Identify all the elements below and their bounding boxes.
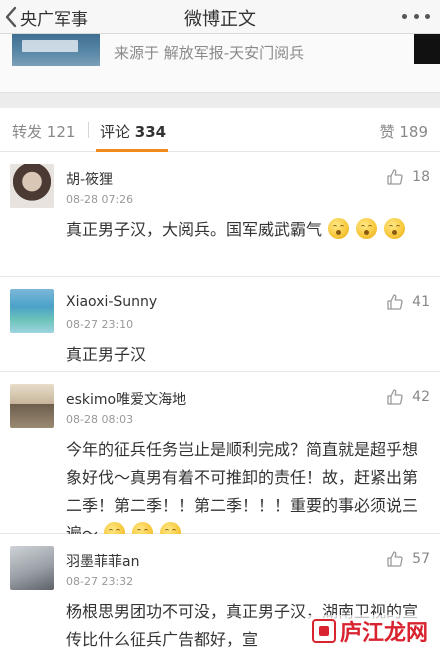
comment-text-content: 真正男子汉，大阅兵。国军威武霸气: [66, 220, 323, 239]
more-options-button[interactable]: [402, 6, 430, 26]
comment-like-button[interactable]: 41: [386, 293, 430, 311]
comment-like-count: 18: [412, 169, 430, 185]
tab-divider: [88, 122, 89, 138]
section-gap: [0, 92, 440, 108]
tab-repost[interactable]: 转发 121: [12, 121, 75, 142]
more-dot-icon: [413, 13, 419, 19]
comment-text: 今年的征兵任务岂止是顺利完成？简直就是超乎想象好伐～真男有着不可推卸的责任！故，…: [66, 436, 420, 548]
top-nav-bar: 央广军事 微博正文: [0, 0, 440, 34]
more-dot-icon: [425, 13, 430, 19]
thumbs-up-icon: [387, 389, 403, 405]
avatar[interactable]: [10, 546, 54, 590]
comment-list: 胡-筱狸 08-28 07:26 18 真正男子汉，大阅兵。国军威武霸气 Xia…: [0, 152, 440, 663]
comment-time: 08-28 07:26: [66, 193, 134, 206]
tab-comment[interactable]: 评论 334: [100, 121, 166, 142]
comment-text: 真正男子汉，大阅兵。国军威武霸气: [66, 216, 420, 244]
comment-author[interactable]: eskimo唯爱文海地: [66, 389, 186, 409]
comment-like-button[interactable]: 42: [386, 388, 430, 406]
source-image-edge: [414, 34, 440, 64]
source-text: 来源于 解放军报-天安门阅兵: [114, 44, 305, 62]
more-dot-icon: [402, 13, 407, 19]
comment-text: 真正男子汉: [66, 341, 420, 369]
comment-author[interactable]: 羽墨菲菲an: [66, 551, 139, 571]
thumbs-up-icon: [387, 551, 403, 567]
tab-like[interactable]: 赞 189: [380, 121, 428, 142]
watermark-text: 庐江龙网: [339, 621, 428, 646]
comment-text-content: 真正男子汉: [66, 345, 147, 364]
tab-like-count: 189: [399, 123, 428, 141]
comment-like-button[interactable]: 18: [386, 168, 430, 186]
source-thumbnail: [12, 34, 100, 66]
comment-item: 胡-筱狸 08-28 07:26 18 真正男子汉，大阅兵。国军威武霸气: [0, 152, 440, 277]
avatar[interactable]: [10, 384, 54, 428]
comment-like-count: 41: [412, 294, 430, 310]
tab-repost-count: 121: [46, 123, 76, 141]
comment-item: Xiaoxi-Sunny 08-27 23:10 41 真正男子汉: [0, 277, 440, 372]
thumbs-up-icon: [387, 294, 403, 310]
comment-author[interactable]: 胡-筱狸: [66, 169, 113, 189]
emoji-icon: [356, 218, 378, 239]
avatar[interactable]: [10, 289, 54, 333]
tab-comment-label: 评论: [100, 123, 131, 141]
watermark-logo-icon: [311, 619, 336, 643]
watermark: 庐江龙网: [307, 615, 432, 647]
comment-like-button[interactable]: 57: [386, 550, 430, 568]
tab-repost-label: 转发: [12, 123, 43, 141]
comment-author[interactable]: Xiaoxi-Sunny: [66, 294, 157, 310]
comment-item: eskimo唯爱文海地 08-28 08:03 42 今年的征兵任务岂止是顺利完…: [0, 372, 440, 543]
avatar[interactable]: [10, 164, 54, 208]
emoji-icon: [328, 218, 350, 239]
comment-time: 08-28 08:03: [66, 413, 134, 426]
comment-like-count: 42: [412, 389, 430, 405]
thumbs-up-icon: [387, 169, 403, 185]
comment-like-count: 57: [412, 551, 430, 567]
comment-time: 08-27 23:10: [66, 318, 134, 331]
emoji-icon: [384, 218, 406, 239]
source-card[interactable]: 来源于 解放军报-天安门阅兵: [0, 34, 440, 92]
tab-like-label: 赞: [379, 123, 395, 141]
tab-comment-count: 334: [134, 123, 167, 141]
page-title: 微博正文: [184, 9, 256, 30]
interaction-tabs: 转发 121 评论 334 赞 189: [0, 108, 440, 152]
comment-time: 08-27 23:32: [66, 575, 134, 588]
